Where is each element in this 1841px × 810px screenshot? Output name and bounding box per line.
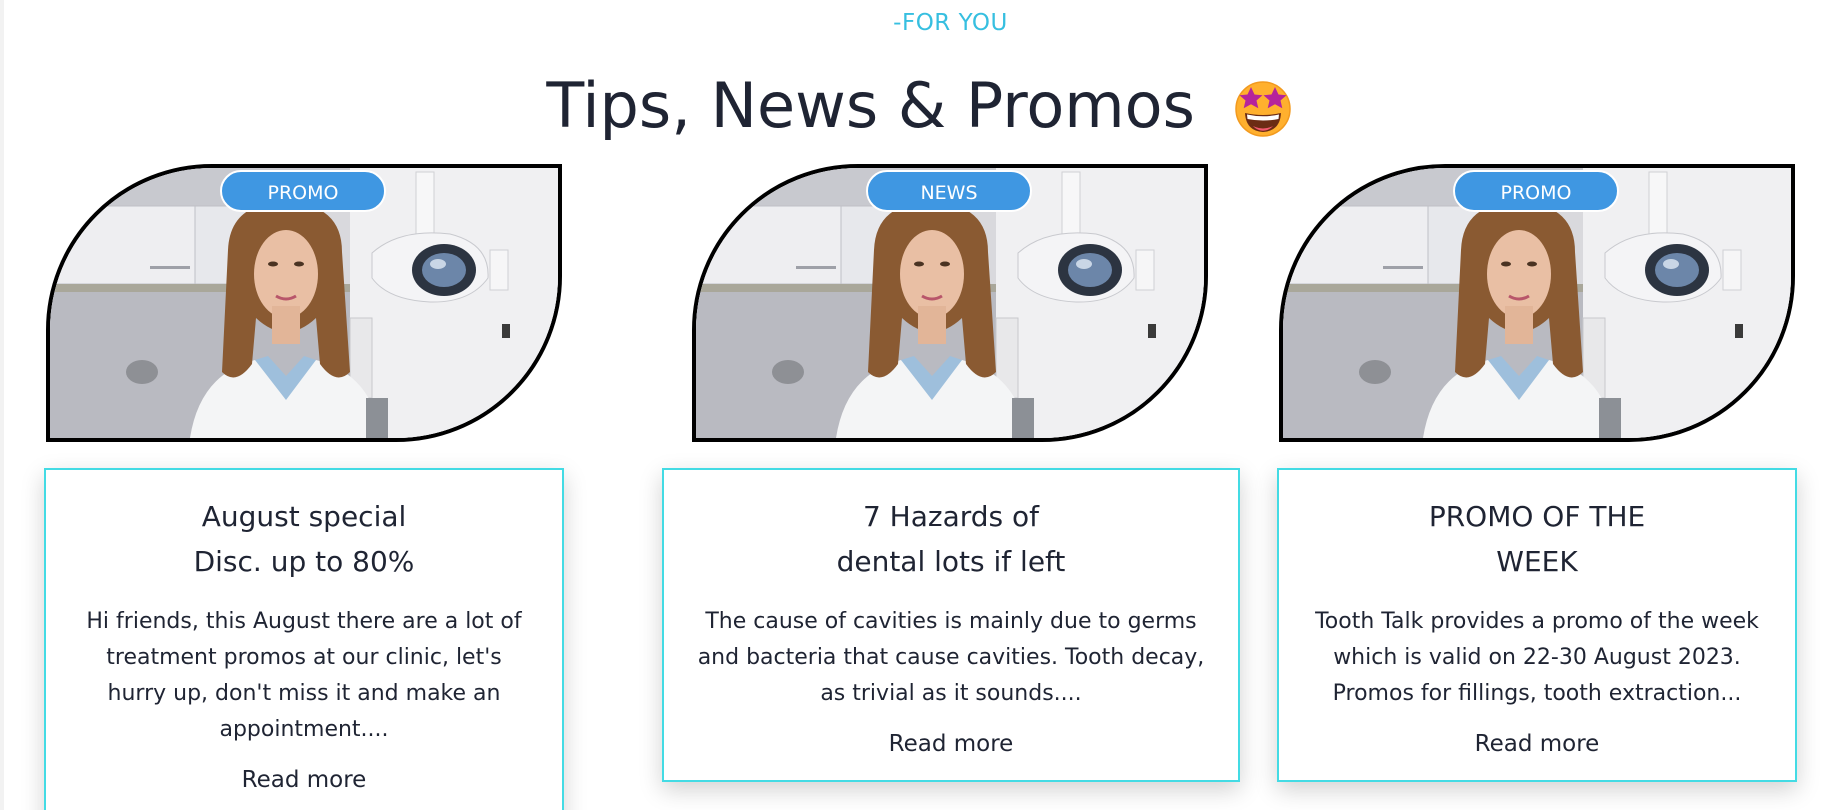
tips-news-promos-section: -FOR YOU Tips, News & Promos PROMO Augus… <box>0 0 1841 810</box>
post-title: August special Disc. up to 80% <box>193 500 415 578</box>
post-category-badge: PROMO <box>1453 170 1619 212</box>
section-eyebrow: -FOR YOU <box>893 10 1008 36</box>
read-more-link[interactable]: Read more <box>889 726 1014 762</box>
post-excerpt: The cause of cavities is mainly due to g… <box>697 609 1205 706</box>
post-card-body: August special Disc. up to 80% Hi friend… <box>44 468 564 810</box>
post-category-badge: NEWS <box>866 170 1032 212</box>
section-heading: Tips, News & Promos <box>546 69 1195 142</box>
post-title: PROMO OF THE WEEK <box>1428 500 1646 578</box>
post-excerpt: Tooth Talk provides a promo of the week … <box>1315 609 1759 706</box>
post-card: PROMO PROMO OF THE WEEK Tooth Talk provi… <box>1277 164 1799 782</box>
read-more-link[interactable]: Read more <box>1475 726 1600 762</box>
post-card-body: 7 Hazards of dental lots if left The cau… <box>662 468 1240 782</box>
post-card-body: PROMO OF THE WEEK Tooth Talk provides a … <box>1277 468 1797 782</box>
post-excerpt: Hi friends, this August there are a lot … <box>86 609 522 742</box>
section-heading-row: Tips, News & Promos <box>0 60 1841 152</box>
post-card: PROMO August special Disc. up to 80% Hi … <box>44 164 566 810</box>
post-card: NEWS 7 Hazards of dental lots if left Th… <box>662 164 1240 782</box>
read-more-link[interactable]: Read more <box>242 762 367 798</box>
star-struck-emoji-icon <box>1231 72 1295 137</box>
post-category-badge: PROMO <box>220 170 386 212</box>
post-title: 7 Hazards of dental lots if left <box>836 500 1066 578</box>
